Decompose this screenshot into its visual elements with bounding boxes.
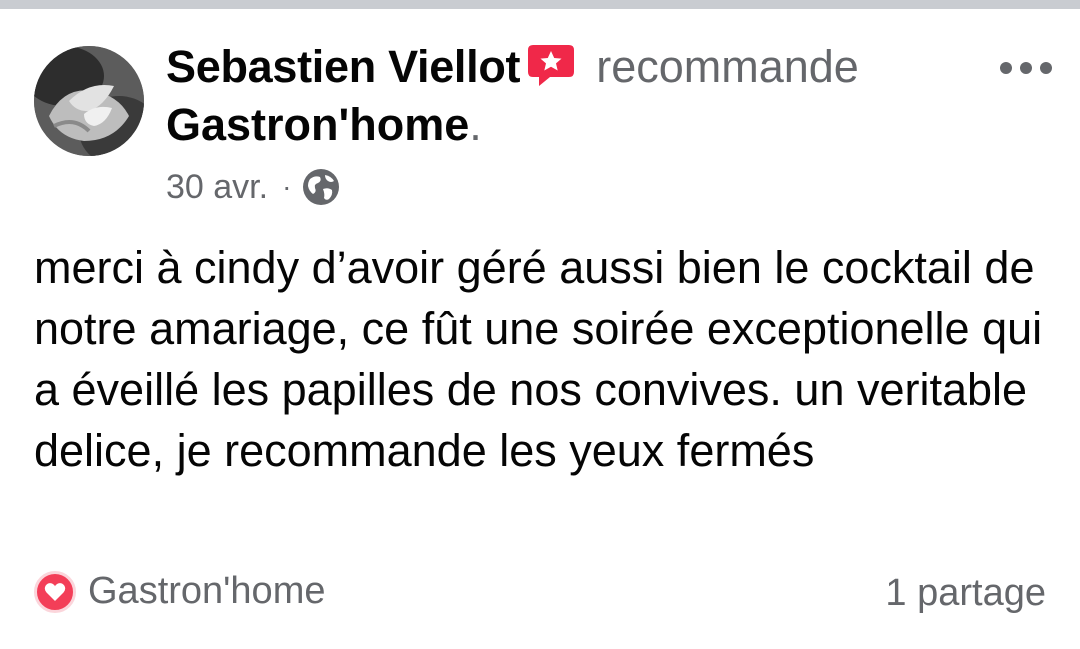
more-dot <box>1020 62 1032 74</box>
globe-icon <box>301 167 341 207</box>
recommendation-star-icon <box>526 42 576 88</box>
action-verb: recommande <box>596 41 859 92</box>
more-options-icon[interactable] <box>1000 58 1052 78</box>
post-text: merci à cindy d’avoir géré aussi bien le… <box>34 242 1043 476</box>
post-header: Sebastien Viellot recommande Gastron'hom… <box>166 38 966 154</box>
post-date[interactable]: 30 avr. <box>166 168 268 207</box>
author-name[interactable]: Sebastien Viellot <box>166 41 521 92</box>
more-dot <box>1040 62 1052 74</box>
page-name-period: . <box>469 99 482 150</box>
meta-separator: · <box>282 171 292 202</box>
shares-count[interactable]: 1 partage <box>885 570 1046 616</box>
more-dot <box>1000 62 1012 74</box>
avatar[interactable] <box>34 46 144 156</box>
top-divider <box>0 0 1080 9</box>
post-meta: 30 avr. · <box>166 166 341 208</box>
love-reaction-icon <box>34 570 76 613</box>
reactor-name: Gastron'home <box>88 570 326 612</box>
reaction-summary[interactable]: Gastron'home <box>34 570 325 613</box>
page-name[interactable]: Gastron'home <box>166 99 469 150</box>
